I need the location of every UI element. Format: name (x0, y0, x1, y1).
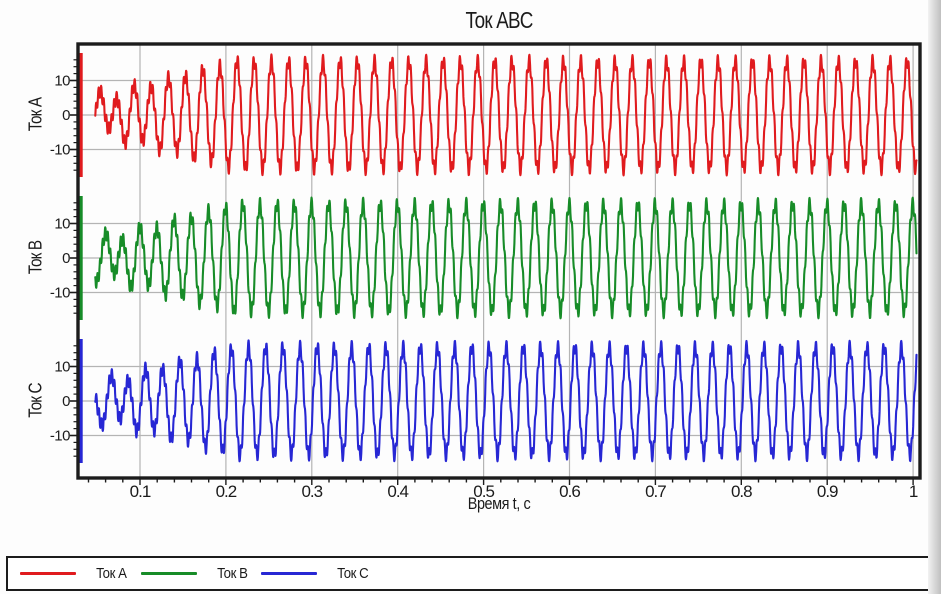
x-axis-label: Время t, с (467, 494, 531, 513)
legend-label-tok-a: Ток A (96, 565, 127, 582)
waveform-plot: 100-10100-10100-100.1 0.2 0.3 0.4 0.5 0.6 0.7 0… (50, 42, 922, 501)
legend-swatch-tok-b (140, 572, 197, 575)
svg-text:1: 1 (909, 482, 918, 501)
legend-item-tok-b: Ток B (140, 565, 250, 582)
page-edge-shadow (928, 0, 941, 594)
svg-text:10: 10 (54, 216, 70, 233)
svg-text:0: 0 (62, 107, 70, 124)
legend-item-tok-c: Ток C (261, 565, 370, 582)
legend-swatch-tok-c (261, 572, 318, 575)
legend-swatch-tok-a (20, 572, 76, 575)
legend-label-tok-b: Ток B (216, 565, 248, 582)
chart-page: Ток ABC Ток A Ток B Ток C 10 0 -10 10 0 -10 10… (0, 0, 941, 594)
svg-text:10: 10 (54, 359, 70, 376)
legend: Ток A Ток B Ток C (6, 556, 936, 591)
svg-text:-10: -10 (50, 285, 70, 302)
legend-item-tok-a: Ток A (20, 565, 129, 582)
svg-text:-10: -10 (50, 142, 70, 159)
legend-label-tok-c: Ток C (337, 565, 369, 582)
svg-text:10: 10 (54, 73, 70, 90)
svg-text:-10: -10 (50, 428, 70, 445)
svg-text:0: 0 (62, 250, 70, 267)
svg-text:0: 0 (62, 393, 70, 410)
